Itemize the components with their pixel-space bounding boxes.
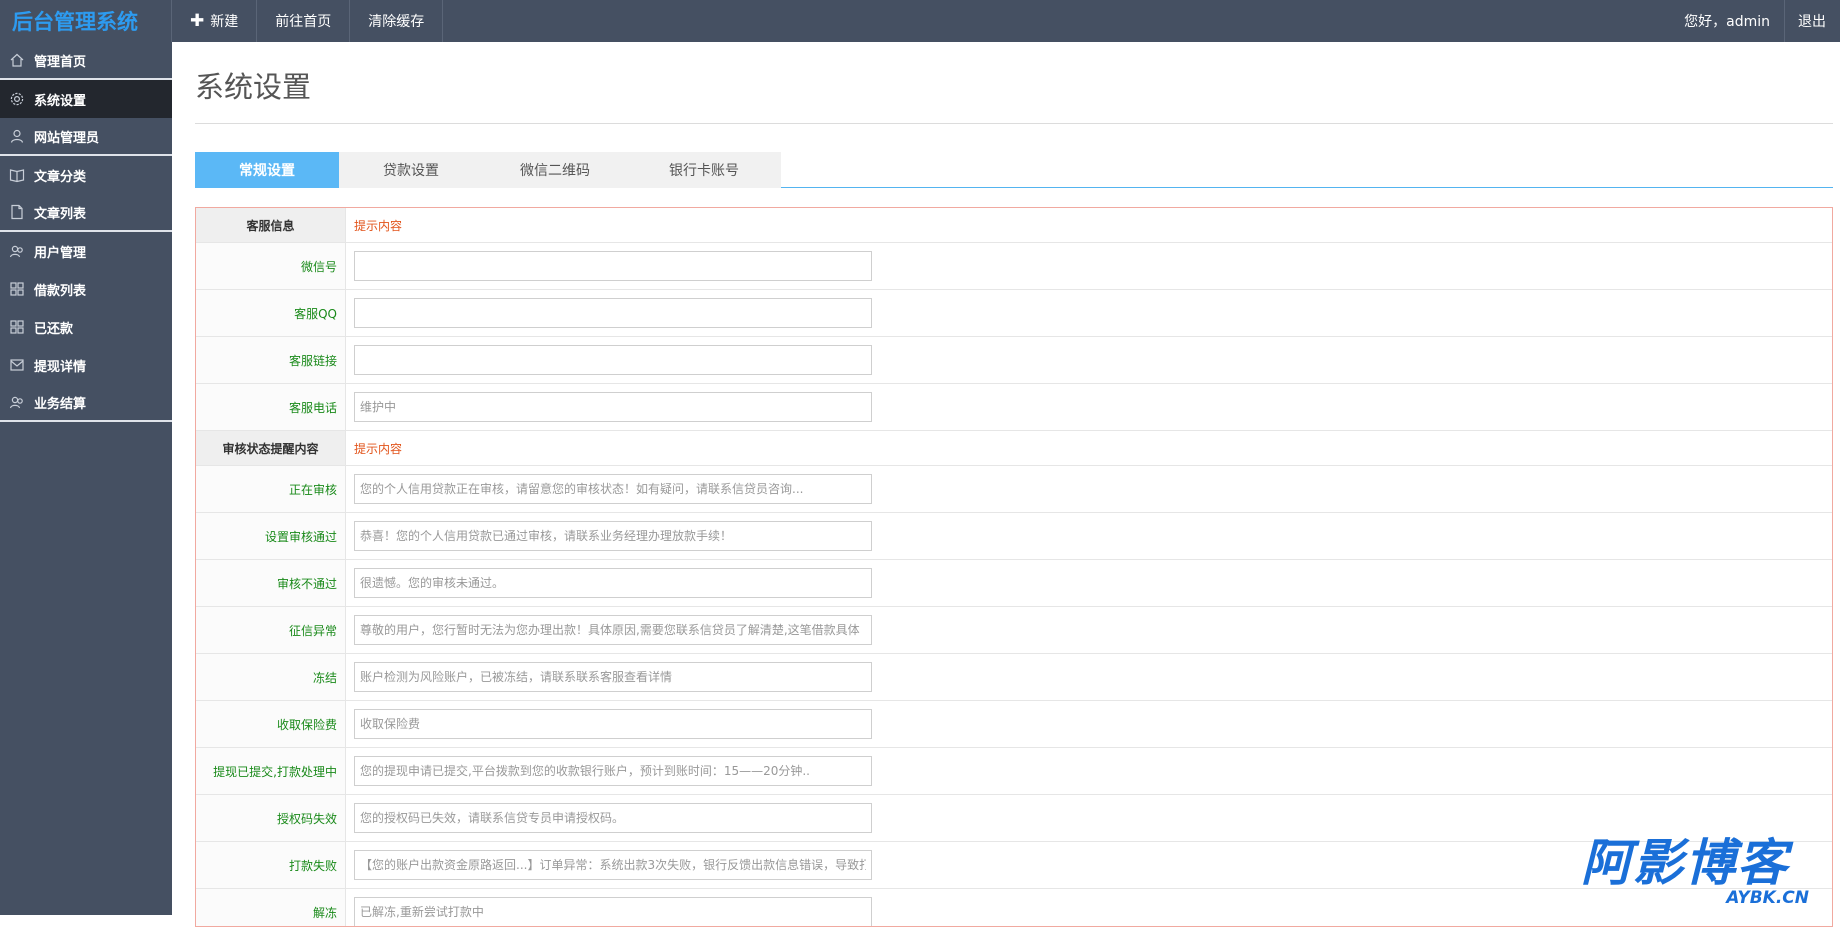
sidebar-item-label: 文章分类	[34, 169, 87, 185]
go-home-button[interactable]: 前往首页	[257, 0, 351, 42]
sidebar-item-system-settings[interactable]: 系统设置	[0, 80, 172, 118]
field-label: 打款失败	[196, 842, 346, 888]
sidebar-item-repaid[interactable]: 已还款	[0, 308, 172, 346]
sidebar-item-label: 借款列表	[34, 283, 87, 299]
logout-button[interactable]: 退出	[1785, 0, 1840, 42]
user-icon	[8, 127, 26, 145]
field-label: 客服链接	[196, 337, 346, 383]
home-icon	[8, 51, 26, 69]
sidebar-item-label: 已还款	[34, 321, 74, 337]
frozen-input[interactable]	[354, 662, 872, 692]
credit-abnormal-input[interactable]	[354, 615, 872, 645]
clear-cache-button[interactable]: 清除缓存	[350, 0, 444, 42]
page-title: 系统设置	[195, 70, 312, 104]
field-label: 审核不通过	[196, 560, 346, 606]
settings-tabs: 常规设置 贷款设置 微信二维码 银行卡账号	[195, 152, 1833, 188]
new-button-label: 新建	[210, 14, 239, 30]
sidebar-item-article-list[interactable]: 文章列表	[0, 194, 172, 232]
form-row-link: 客服链接	[196, 337, 1832, 384]
top-nav: ✚ 新建 前往首页 清除缓存	[172, 0, 444, 42]
sidebar-item-admins[interactable]: 网站管理员	[0, 118, 172, 156]
mail-icon	[8, 356, 26, 374]
title-divider	[195, 123, 1833, 124]
service-link-input[interactable]	[354, 345, 872, 375]
field-label: 冻结	[196, 654, 346, 700]
insurance-fee-input[interactable]	[354, 709, 872, 739]
approved-input[interactable]	[354, 521, 872, 551]
field-label: 提现已提交,打款处理中	[196, 748, 346, 794]
main-content: 系统设置 常规设置 贷款设置 微信二维码 银行卡账号 客服信息 提示内容 微信号…	[195, 42, 1833, 927]
sidebar-item-label: 提现详情	[34, 359, 87, 375]
form-row-phone: 客服电话	[196, 384, 1832, 431]
form-row-payout-failed: 打款失败	[196, 842, 1832, 889]
form-row-insurance-fee: 收取保险费	[196, 701, 1832, 748]
reviewing-input[interactable]	[354, 474, 872, 504]
tab-bank-card[interactable]: 银行卡账号	[627, 152, 781, 188]
section-hint: 提示内容	[354, 441, 403, 456]
sidebar-item-dashboard[interactable]: 管理首页	[0, 42, 172, 80]
withdraw-processing-input[interactable]	[354, 756, 872, 786]
sidebar-item-settlement[interactable]: 业务结算	[0, 384, 172, 422]
section-label: 审核状态提醒内容	[196, 431, 346, 465]
grid-icon	[8, 280, 26, 298]
wechat-input[interactable]	[354, 251, 872, 281]
section-label: 客服信息	[196, 208, 346, 242]
unfreeze-input[interactable]	[354, 897, 872, 926]
top-right: 您好，admin 退出	[1670, 0, 1840, 42]
form-row-approved: 设置审核通过	[196, 513, 1832, 560]
settings-form: 客服信息 提示内容 微信号 客服QQ 客服链接 客服电话 审核状态提醒内容 提示…	[195, 207, 1833, 927]
field-label: 客服QQ	[196, 290, 346, 336]
form-row-unfreeze: 解冻	[196, 889, 1832, 926]
brand-title: 后台管理系统	[0, 0, 172, 42]
service-phone-input[interactable]	[354, 392, 872, 422]
sidebar-item-label: 业务结算	[34, 396, 87, 412]
user-greeting: 您好，admin	[1670, 0, 1785, 42]
form-row-wechat: 微信号	[196, 243, 1832, 290]
auth-expired-input[interactable]	[354, 803, 872, 833]
sidebar-item-loan-list[interactable]: 借款列表	[0, 270, 172, 308]
grid-icon	[8, 318, 26, 336]
sidebar-item-label: 用户管理	[34, 245, 87, 261]
sidebar-item-label: 文章列表	[34, 206, 87, 222]
form-row-qq: 客服QQ	[196, 290, 1832, 337]
qq-input[interactable]	[354, 298, 872, 328]
tab-wechat-qrcode[interactable]: 微信二维码	[483, 152, 627, 188]
plus-icon: ✚	[190, 11, 205, 31]
sidebar-item-article-categories[interactable]: 文章分类	[0, 156, 172, 194]
sidebar-item-label: 网站管理员	[34, 130, 100, 146]
form-row-reviewing: 正在审核	[196, 466, 1832, 513]
form-row-credit-abnormal: 征信异常	[196, 607, 1832, 654]
file-icon	[8, 203, 26, 221]
section-customer-service: 客服信息 提示内容	[196, 208, 1832, 243]
sidebar-item-user-management[interactable]: 用户管理	[0, 232, 172, 270]
users-icon	[8, 393, 26, 411]
sidebar-item-withdraw-details[interactable]: 提现详情	[0, 346, 172, 384]
rejected-input[interactable]	[354, 568, 872, 598]
field-label: 微信号	[196, 243, 346, 289]
payout-failed-input[interactable]	[354, 850, 872, 880]
tab-loan-settings[interactable]: 贷款设置	[339, 152, 483, 188]
field-label: 解冻	[196, 889, 346, 926]
field-label: 授权码失效	[196, 795, 346, 841]
users-icon	[8, 242, 26, 260]
field-label: 正在审核	[196, 466, 346, 512]
sidebar: 管理首页 系统设置 网站管理员 文章分类 文章列表 用户管理 借款列表 已还款 …	[0, 42, 172, 915]
form-row-auth-expired: 授权码失效	[196, 795, 1832, 842]
form-row-withdraw-processing: 提现已提交,打款处理中	[196, 748, 1832, 795]
section-hint: 提示内容	[354, 218, 403, 233]
field-label: 收取保险费	[196, 701, 346, 747]
field-label: 客服电话	[196, 384, 346, 430]
sidebar-item-label: 系统设置	[34, 93, 87, 109]
form-row-rejected: 审核不通过	[196, 560, 1832, 607]
field-label: 征信异常	[196, 607, 346, 653]
new-button[interactable]: ✚ 新建	[172, 0, 258, 42]
section-review-status: 审核状态提醒内容 提示内容	[196, 431, 1832, 466]
field-label: 设置审核通过	[196, 513, 346, 559]
sidebar-item-label: 管理首页	[34, 54, 87, 70]
gear-icon	[8, 90, 26, 108]
book-icon	[8, 166, 26, 184]
top-bar: 后台管理系统 ✚ 新建 前往首页 清除缓存 您好，admin 退出	[0, 0, 1840, 42]
tab-general-settings[interactable]: 常规设置	[195, 152, 339, 188]
form-row-frozen: 冻结	[196, 654, 1832, 701]
